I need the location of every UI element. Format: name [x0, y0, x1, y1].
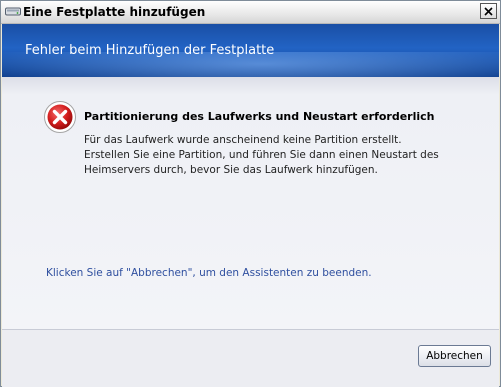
cancel-button[interactable]: Abbrechen: [418, 345, 491, 367]
header-banner: Fehler beim Hinzufügen der Festplatte: [2, 24, 499, 77]
error-message-line: Für das Laufwerk wurde anscheinend keine…: [84, 134, 402, 146]
button-bar: Abbrechen: [2, 329, 499, 387]
close-icon: [484, 6, 493, 16]
banner-title: Fehler beim Hinzufügen der Festplatte: [25, 43, 275, 58]
window-title: Eine Festplatte hinzufügen: [23, 5, 206, 19]
content-area: Partitionierung des Laufwerks und Neusta…: [2, 77, 499, 329]
error-message-line: Erstellen Sie eine Partition, und führen…: [84, 149, 439, 161]
title-bar: Eine Festplatte hinzufügen: [1, 1, 500, 24]
close-button[interactable]: [480, 3, 497, 19]
error-icon: [44, 101, 76, 133]
cancel-hint-text: Klicken Sie auf "Abbrechen", um den Assi…: [46, 267, 372, 279]
error-message: Für das Laufwerk wurde anscheinend keine…: [84, 133, 439, 178]
error-message-line: Heimservers durch, bevor Sie das Laufwer…: [84, 164, 378, 176]
harddrive-icon: [5, 7, 21, 16]
error-heading: Partitionierung des Laufwerks und Neusta…: [84, 110, 435, 123]
wizard-window: Eine Festplatte hinzufügen Fehler beim H…: [0, 0, 501, 387]
